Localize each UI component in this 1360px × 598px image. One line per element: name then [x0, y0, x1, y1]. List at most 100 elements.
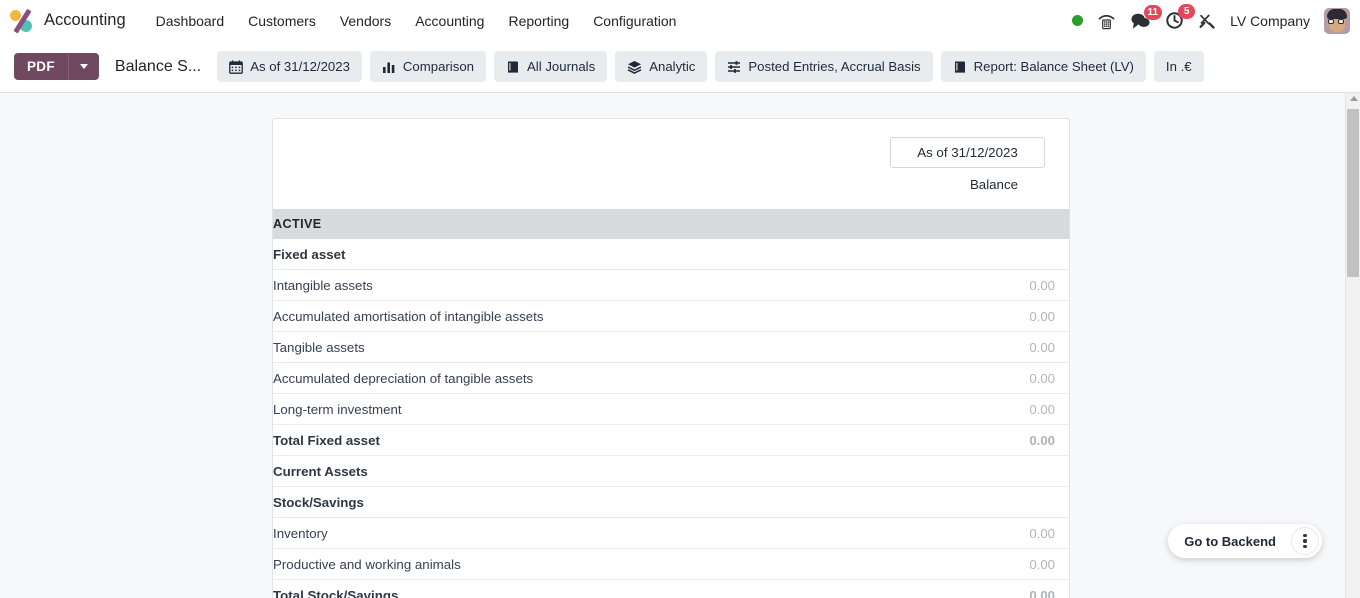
row-label: Intangible assets	[273, 269, 949, 301]
scrollbar-thumb[interactable]	[1347, 109, 1359, 277]
row-value: 0.00	[949, 331, 1069, 363]
report-content-area: As of 31/12/2023 Balance ACTIVE Fixed as…	[0, 93, 1360, 598]
row-label: Total Fixed asset	[273, 424, 949, 456]
main-menu: Dashboard Customers Vendors Accounting R…	[144, 8, 689, 34]
row-value	[949, 486, 1069, 518]
column-balance-label: Balance	[969, 177, 1018, 192]
kebab-dot	[1303, 539, 1307, 543]
bar-chart-icon	[382, 62, 395, 73]
row-value: 0.00	[949, 548, 1069, 580]
book-icon	[954, 61, 965, 73]
pdf-button[interactable]: PDF	[14, 53, 68, 80]
row-label: Stock/Savings	[273, 486, 949, 518]
table-row[interactable]: Stock/Savings	[273, 486, 1069, 518]
column-date-header[interactable]: As of 31/12/2023	[890, 137, 1045, 168]
row-label: Total Stock/Savings	[273, 579, 949, 598]
section-band-label: ACTIVE	[273, 209, 949, 239]
row-value: 0.00	[949, 393, 1069, 425]
row-value: 0.00	[949, 269, 1069, 301]
filter-date-button[interactable]: As of 31/12/2023	[217, 51, 362, 82]
app-name[interactable]: Accounting	[44, 11, 126, 30]
avatar-hair	[1327, 8, 1347, 19]
filter-comparison-label: Comparison	[402, 59, 475, 74]
row-value: 0.00	[949, 517, 1069, 549]
section-band-value	[949, 209, 1069, 239]
row-value: 0.00	[949, 362, 1069, 394]
pdf-export-group: PDF	[14, 53, 99, 80]
filter-analytic-label: Analytic	[649, 59, 696, 74]
row-label: Accumulated amortisation of intangible a…	[273, 300, 949, 332]
online-status-dot	[1072, 15, 1084, 26]
table-section-band[interactable]: ACTIVE	[273, 209, 1069, 239]
table-row[interactable]: Accumulated depreciation of tangible ass…	[273, 362, 1069, 394]
filter-currency-button[interactable]: In .€	[1153, 51, 1204, 82]
company-name[interactable]: LV Company	[1230, 13, 1310, 29]
table-row[interactable]: Intangible assets 0.00	[273, 269, 1069, 301]
filter-entries-button[interactable]: Posted Entries, Accrual Basis	[715, 51, 933, 82]
voip-phone-icon[interactable]	[1097, 12, 1116, 30]
table-row[interactable]: Productive and working animals 0.00	[273, 548, 1069, 580]
filter-bar: As of 31/12/2023 Comparison All Journals	[217, 51, 1204, 82]
activities-clock-icon[interactable]: 5	[1165, 4, 1196, 30]
filter-report-button[interactable]: Report: Balance Sheet (LV)	[940, 51, 1146, 82]
menu-item-dashboard[interactable]: Dashboard	[144, 8, 237, 34]
filter-currency-label: In .€	[1165, 59, 1192, 74]
kebab-dot	[1303, 533, 1307, 537]
menu-item-customers[interactable]: Customers	[236, 8, 328, 34]
table-row[interactable]: Current Assets	[273, 455, 1069, 487]
odoo-logo-icon[interactable]	[8, 7, 38, 35]
go-to-backend-button[interactable]: Go to Backend	[1171, 528, 1289, 555]
column-subheader-row: Balance	[297, 177, 1045, 192]
row-label: Inventory	[273, 517, 949, 549]
report-sheet: As of 31/12/2023 Balance ACTIVE Fixed as…	[272, 118, 1070, 598]
table-row[interactable]: Long-term investment 0.00	[273, 393, 1069, 425]
menu-item-reporting[interactable]: Reporting	[496, 8, 581, 34]
row-label: Accumulated depreciation of tangible ass…	[273, 362, 949, 394]
report-header: As of 31/12/2023 Balance	[273, 119, 1069, 196]
menu-item-accounting[interactable]: Accounting	[403, 8, 496, 34]
filter-journals-button[interactable]: All Journals	[494, 51, 608, 82]
top-navbar: Accounting Dashboard Customers Vendors A…	[0, 0, 1360, 41]
debug-tools-icon[interactable]	[1198, 12, 1216, 30]
control-panel: PDF Balance S... As of 31/12/2023 Compar…	[0, 41, 1360, 93]
calendar-icon	[229, 59, 244, 74]
layers-icon	[627, 60, 642, 74]
avatar-glass-right	[1338, 18, 1344, 24]
report-title: Balance S...	[114, 57, 202, 75]
book-icon	[508, 61, 519, 73]
messaging-badge: 11	[1143, 4, 1163, 20]
kebab-dot	[1303, 545, 1307, 549]
table-row[interactable]: Accumulated amortisation of intangible a…	[273, 300, 1069, 332]
menu-item-configuration[interactable]: Configuration	[581, 8, 688, 34]
filter-report-label: Report: Balance Sheet (LV)	[973, 59, 1134, 74]
chevron-down-icon	[79, 64, 88, 69]
go-to-backend-fab: Go to Backend	[1168, 524, 1322, 558]
table-row[interactable]: Total Stock/Savings 0.00	[273, 579, 1069, 598]
table-row[interactable]: Fixed asset	[273, 239, 1069, 270]
pdf-dropdown-button[interactable]	[67, 53, 99, 80]
vertical-dots-icon[interactable]	[1291, 527, 1319, 555]
user-avatar[interactable]	[1324, 7, 1350, 34]
table-row[interactable]: Tangible assets 0.00	[273, 331, 1069, 363]
vertical-scrollbar[interactable]	[1345, 93, 1360, 598]
column-header-row: As of 31/12/2023	[297, 137, 1045, 168]
menu-item-vendors[interactable]: Vendors	[328, 8, 403, 34]
messaging-icon[interactable]: 11	[1130, 4, 1163, 30]
avatar-glass-left	[1328, 18, 1334, 24]
row-label: Long-term investment	[273, 393, 949, 425]
row-label: Productive and working animals	[273, 548, 949, 580]
filter-entries-label: Posted Entries, Accrual Basis	[748, 59, 921, 74]
table-row[interactable]: Inventory 0.00	[273, 517, 1069, 549]
activities-badge: 5	[1178, 4, 1196, 19]
sliders-icon	[728, 60, 741, 73]
row-value: 0.00	[949, 424, 1069, 456]
filter-analytic-button[interactable]: Analytic	[615, 51, 708, 82]
systray: 11 5 LV Company	[1072, 4, 1350, 34]
row-value: 0.00	[949, 579, 1069, 598]
scroll-up-arrow-icon[interactable]	[1349, 96, 1358, 101]
row-label: Tangible assets	[273, 331, 949, 363]
filter-comparison-button[interactable]: Comparison	[369, 51, 487, 82]
table-body: ACTIVE Fixed asset Intangible assets 0.0…	[273, 209, 1069, 598]
table-row[interactable]: Total Fixed asset 0.00	[273, 424, 1069, 456]
row-value: 0.00	[949, 300, 1069, 332]
